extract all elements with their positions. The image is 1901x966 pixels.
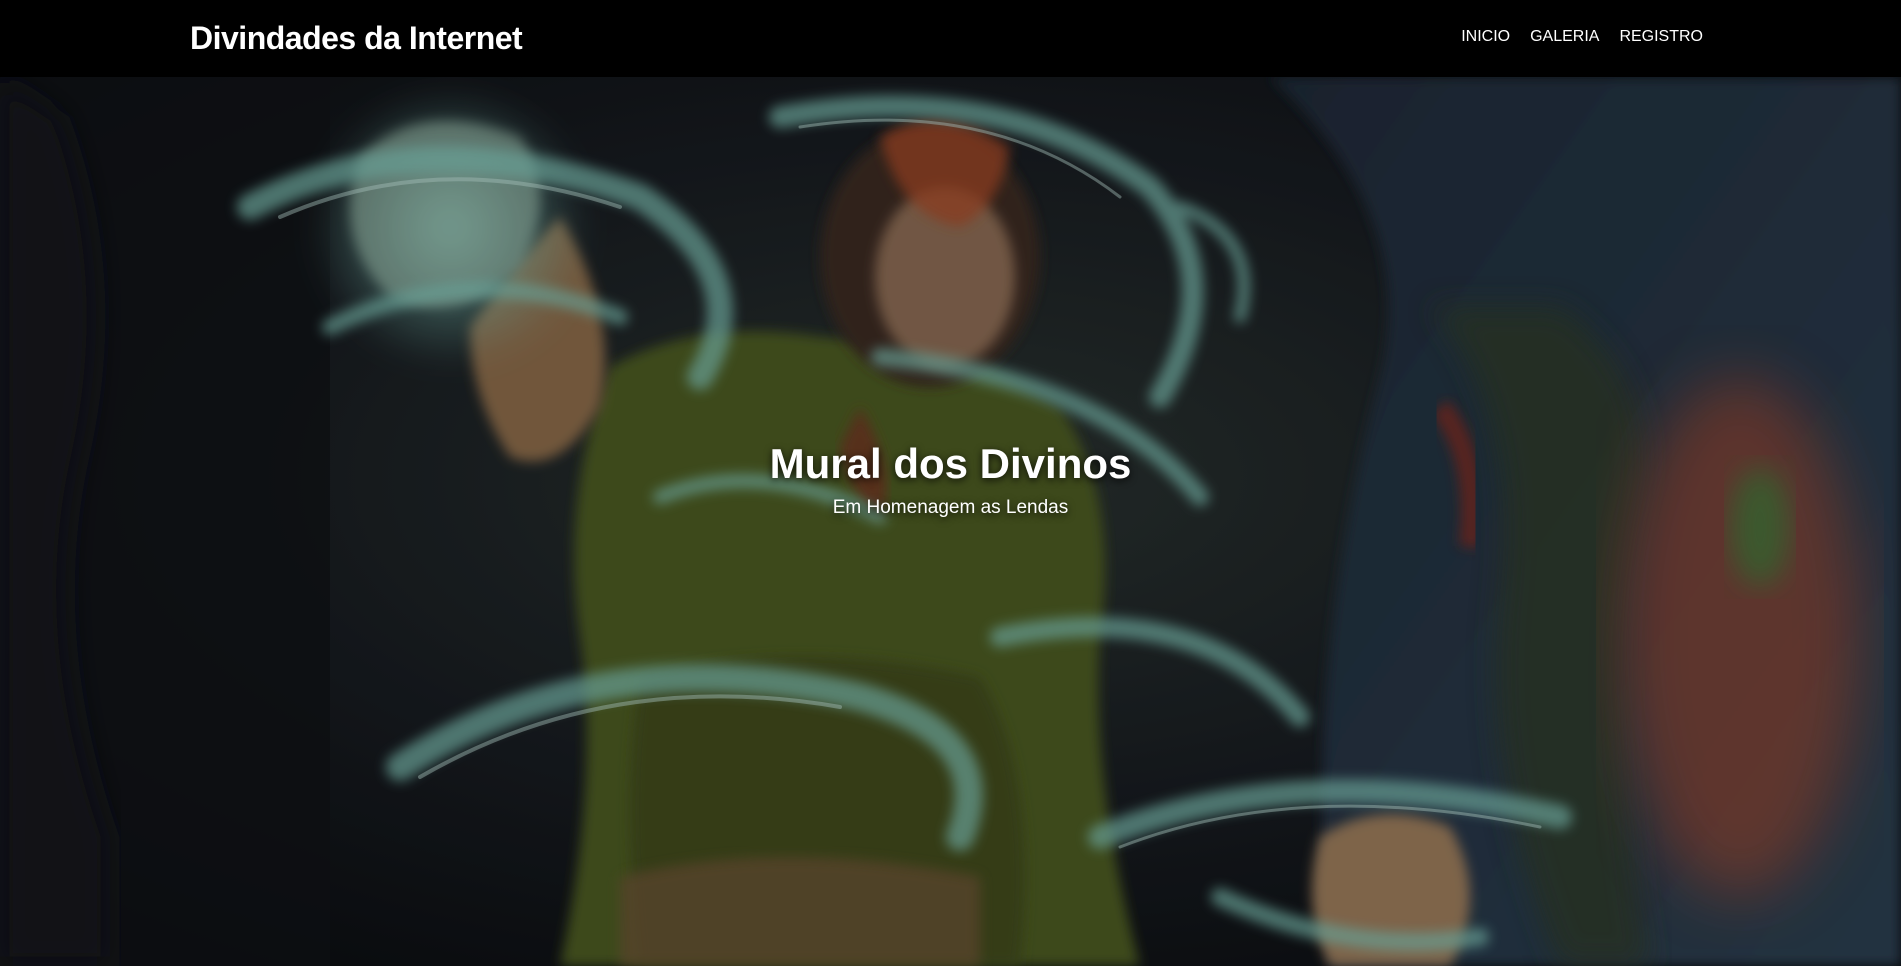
top-navbar: Divindades da Internet INICIO GALERIA RE… xyxy=(0,0,1901,77)
nav-link-galeria[interactable]: GALERIA xyxy=(1530,26,1599,48)
nav-links: INICIO GALERIA REGISTRO xyxy=(1461,26,1703,48)
hero-subtitle: Em Homenagem as Lendas xyxy=(832,497,1069,518)
hero-title: Mural dos Divinos xyxy=(769,440,1132,487)
hero-caption: Mural dos Divinos Em Homenagem as Lendas xyxy=(0,438,1901,522)
nav-link-registro[interactable]: REGISTRO xyxy=(1619,26,1703,48)
site-brand-link[interactable]: Divindades da Internet xyxy=(190,18,523,58)
nav-link-inicio[interactable]: INICIO xyxy=(1461,26,1510,48)
hero-section: Mural dos Divinos Em Homenagem as Lendas xyxy=(0,77,1901,966)
